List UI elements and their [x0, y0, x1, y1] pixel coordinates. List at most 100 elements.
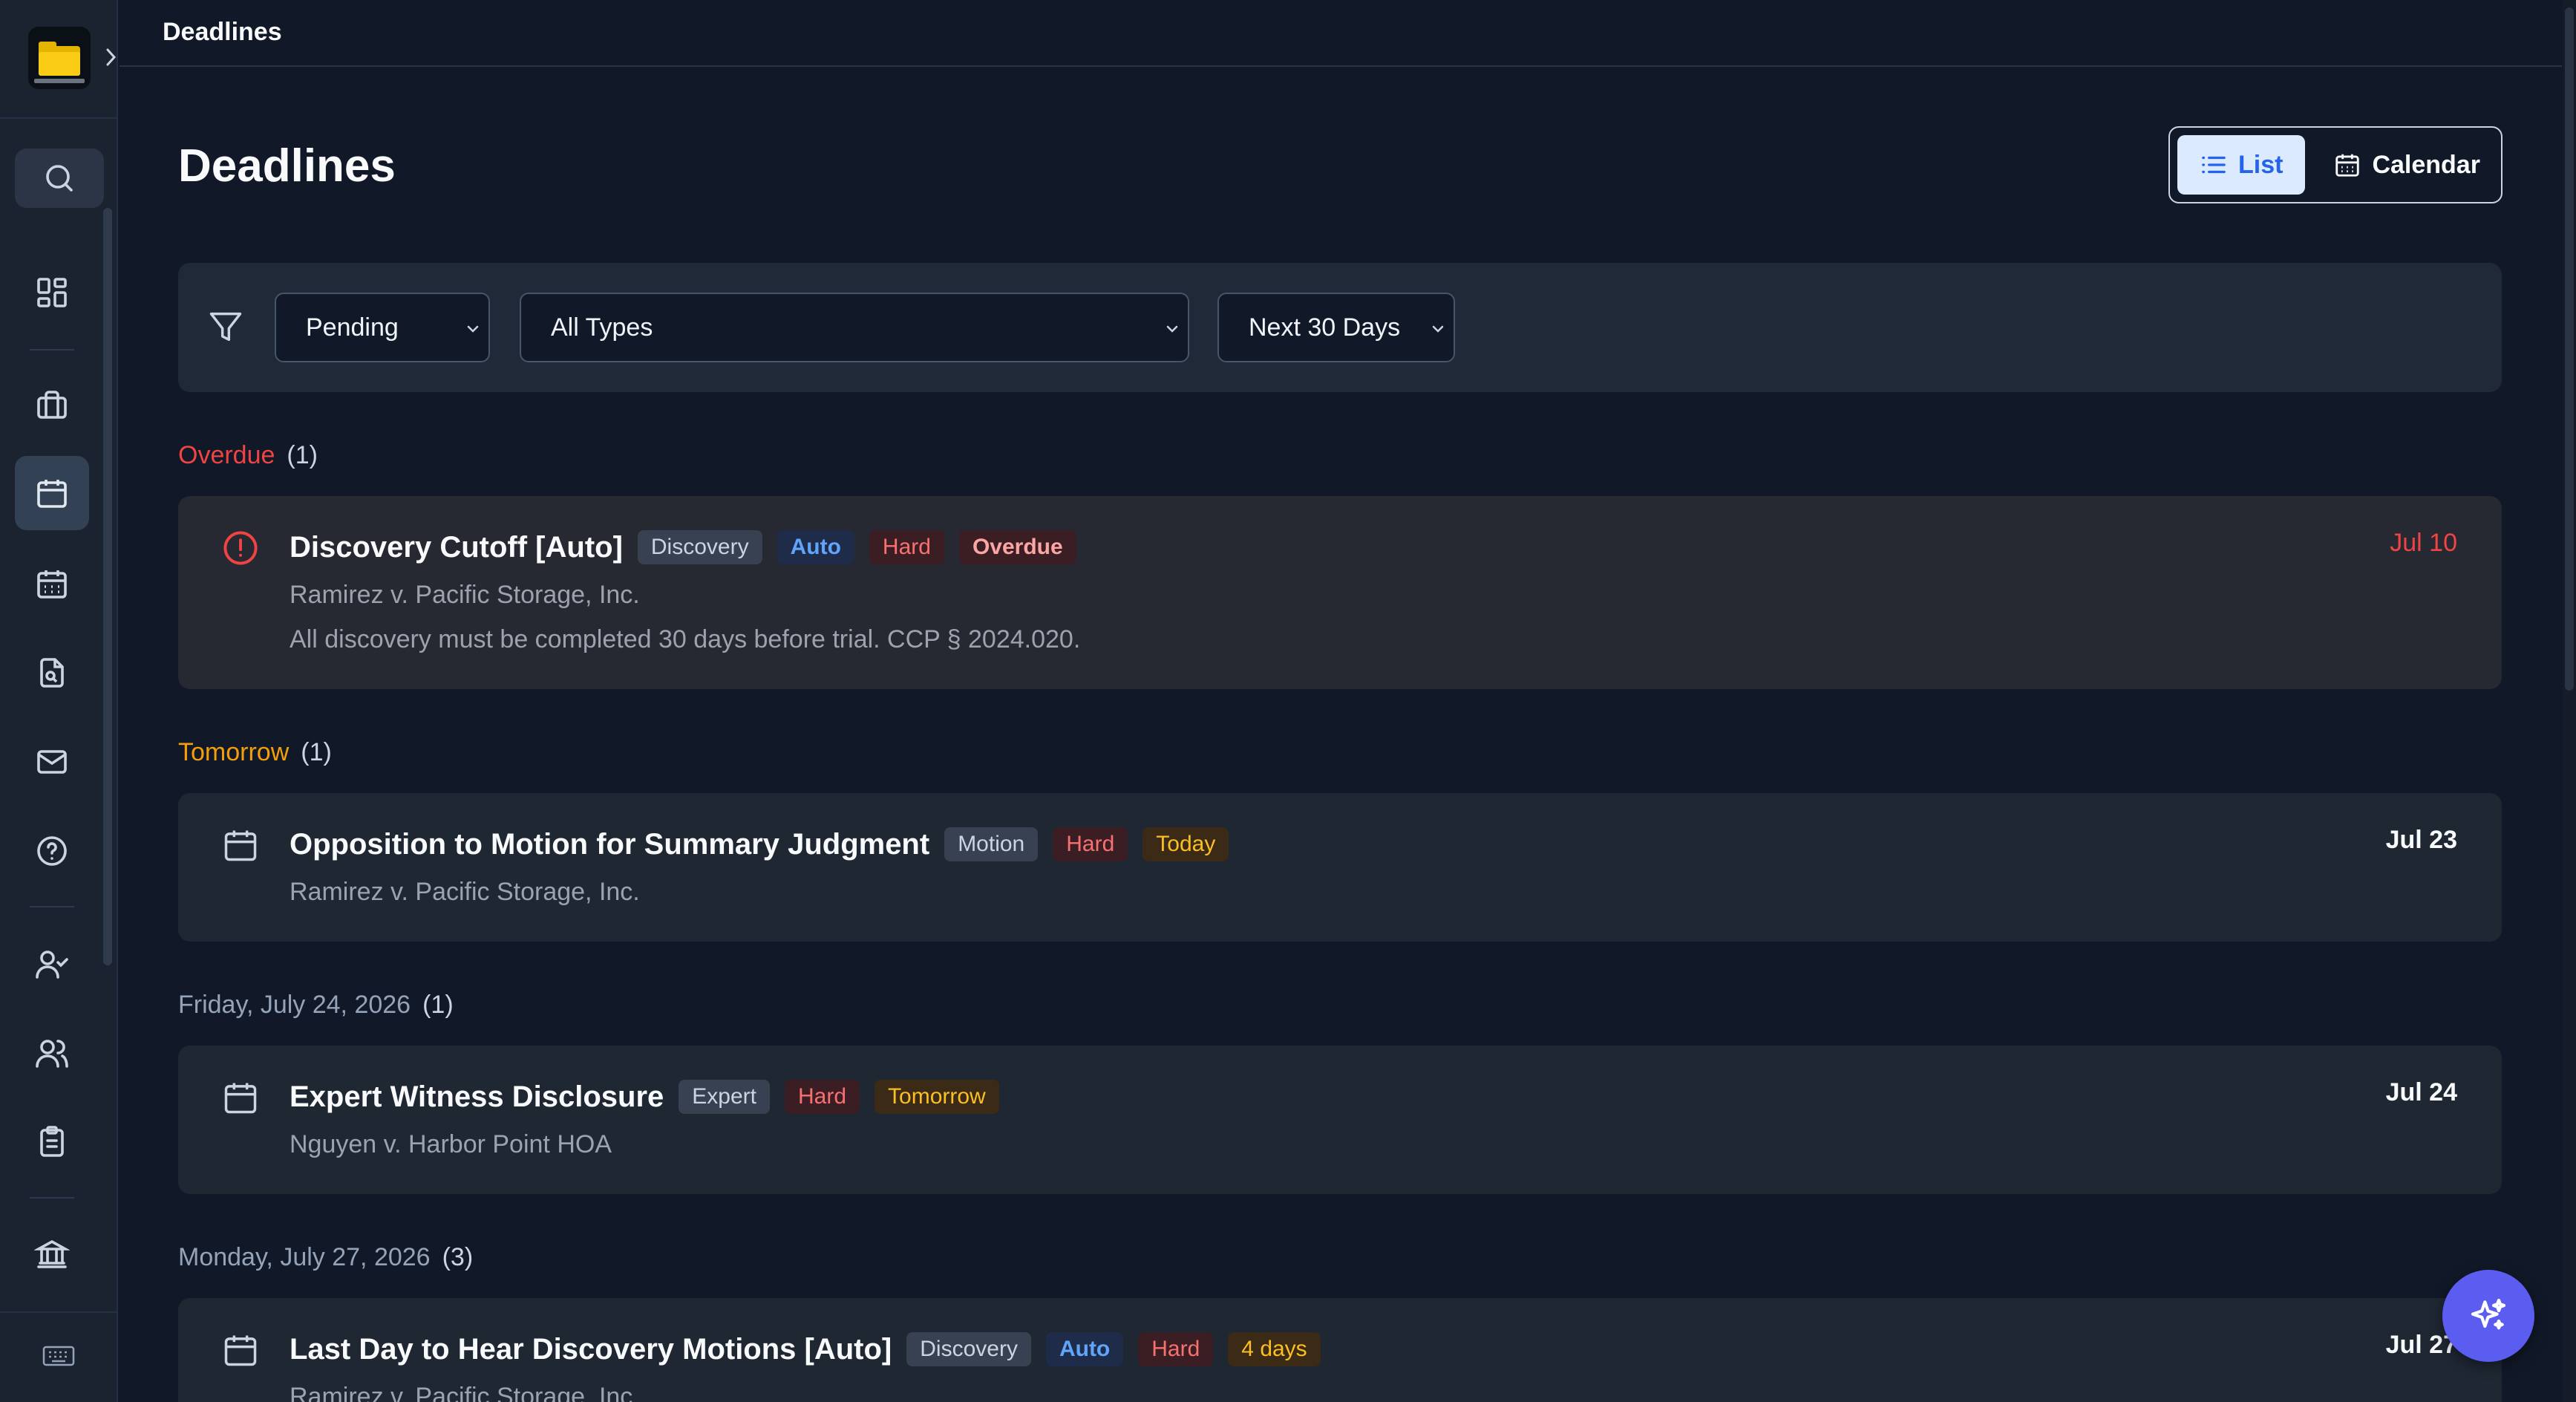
filter-icon	[209, 312, 242, 342]
case-name[interactable]: Ramirez v. Pacific Storage, Inc.	[290, 878, 640, 907]
deadline-date: Jul 23	[2385, 826, 2457, 854]
group-header-overdue: Overdue (1)	[178, 441, 318, 470]
deadline-date: Jul 10	[2390, 529, 2457, 557]
dashboard-icon	[37, 278, 67, 307]
deadline-card[interactable]: Discovery Cutoff [Auto] Discovery Auto H…	[178, 496, 2502, 689]
type-select-value: All Types	[551, 313, 653, 342]
date-range-select-value: Next 30 Days	[1249, 313, 1401, 342]
calendar-icon	[2335, 154, 2360, 177]
sidebar-item-documents[interactable]	[15, 636, 89, 710]
sidebar-item-mail[interactable]	[15, 725, 89, 799]
calendar-icon	[224, 830, 257, 861]
type-badge: Discovery	[906, 1332, 1031, 1366]
sidebar-item-courts[interactable]	[15, 1216, 89, 1291]
sidebar-divider	[0, 117, 117, 119]
hard-badge: Hard	[1053, 827, 1128, 861]
calendar-icon	[224, 1335, 257, 1366]
deadline-card[interactable]: Opposition to Motion for Summary Judgmen…	[178, 793, 2502, 942]
sparkles-icon	[2471, 1298, 2506, 1330]
group-header-tomorrow: Tomorrow (1)	[178, 738, 332, 767]
sidebar-item-dashboard[interactable]	[15, 255, 89, 330]
search-button[interactable]	[15, 149, 104, 208]
sidebar-item-help[interactable]	[15, 814, 89, 888]
page-title: Deadlines	[178, 140, 396, 192]
ai-assistant-button[interactable]	[2442, 1270, 2534, 1362]
case-name[interactable]: Ramirez v. Pacific Storage, Inc.	[290, 1383, 640, 1402]
sidebar-divider	[30, 906, 74, 907]
deadline-card[interactable]: Last Day to Hear Discovery Motions [Auto…	[178, 1298, 2502, 1402]
status-badge: Tomorrow	[875, 1080, 999, 1114]
sidebar	[0, 0, 118, 1402]
hard-badge: Hard	[784, 1080, 860, 1114]
calendar-view-button[interactable]: Calendar	[2311, 135, 2503, 195]
sidebar-item-contacts[interactable]	[15, 1016, 89, 1090]
status-badge: 4 days	[1228, 1332, 1321, 1366]
calendar-icon	[37, 480, 67, 508]
type-badge: Discovery	[637, 530, 762, 564]
briefcase-icon	[37, 391, 67, 419]
list-view-button[interactable]: List	[2177, 135, 2306, 195]
auto-badge: Auto	[777, 530, 854, 564]
sidebar-scrollbar[interactable]	[103, 208, 112, 965]
type-select[interactable]: All Types	[520, 293, 1189, 362]
bank-icon	[34, 1239, 70, 1268]
group-label: Monday, July 27, 2026	[178, 1243, 431, 1271]
auto-badge: Auto	[1045, 1332, 1124, 1366]
clipboard-icon	[40, 1126, 64, 1157]
status-badge: Overdue	[958, 530, 1076, 564]
status-select-value: Pending	[306, 313, 399, 342]
filter-panel: Pending All Types Next 30 Days	[178, 263, 2502, 392]
sidebar-item-tasks[interactable]	[15, 1105, 89, 1179]
group-count: (1)	[287, 441, 318, 469]
status-badge: Today	[1142, 827, 1229, 861]
group-label: Overdue	[178, 441, 275, 469]
sidebar-divider	[0, 1311, 117, 1313]
sidebar-item-calendar[interactable]	[15, 547, 89, 621]
hard-badge: Hard	[1138, 1332, 1214, 1366]
deadline-title: Expert Witness Disclosure	[290, 1080, 664, 1113]
sidebar-item-matters[interactable]	[15, 368, 89, 443]
list-view-label: List	[2238, 150, 2284, 179]
case-name[interactable]: Ramirez v. Pacific Storage, Inc.	[290, 581, 640, 610]
status-select[interactable]: Pending	[275, 293, 490, 362]
list-icon	[2202, 156, 2226, 174]
breadcrumb-title: Deadlines	[163, 18, 282, 46]
deadline-date: Jul 24	[2385, 1078, 2457, 1106]
sidebar-divider	[30, 349, 74, 350]
sidebar-item-deadlines[interactable]	[15, 456, 89, 530]
hard-badge: Hard	[869, 530, 944, 564]
deadline-note: All discovery must be completed 30 days …	[290, 625, 1081, 653]
alert-circle-icon	[223, 531, 258, 565]
group-header-date: Monday, July 27, 2026 (3)	[178, 1243, 473, 1272]
chevron-down-icon	[1166, 325, 1178, 333]
users-icon	[36, 1040, 68, 1068]
case-name[interactable]: Nguyen v. Harbor Point HOA	[290, 1130, 612, 1159]
group-count: (1)	[301, 738, 332, 766]
chevron-down-icon	[1432, 325, 1444, 333]
type-badge: Motion	[944, 827, 1039, 861]
type-badge: Expert	[679, 1080, 770, 1114]
group-count: (3)	[442, 1243, 474, 1271]
app-logo[interactable]	[28, 27, 91, 89]
sidebar-item-clients[interactable]	[15, 927, 89, 1001]
mail-icon	[37, 750, 67, 774]
date-range-select[interactable]: Next 30 Days	[1217, 293, 1455, 362]
page-scrollbar[interactable]	[2563, 0, 2576, 1402]
view-toggle: List Calendar	[2168, 126, 2503, 203]
document-search-icon	[40, 658, 64, 688]
deadline-title: Last Day to Hear Discovery Motions [Auto…	[290, 1332, 892, 1366]
deadline-title: Opposition to Motion for Summary Judgmen…	[290, 827, 930, 861]
group-count: (1)	[422, 991, 454, 1019]
user-check-icon	[36, 951, 68, 979]
search-icon	[46, 165, 73, 192]
topbar: Deadlines	[120, 0, 2562, 67]
sidebar-divider	[30, 1197, 74, 1199]
calendar-grid-icon	[37, 570, 67, 599]
calendar-icon	[224, 1083, 257, 1114]
help-icon	[37, 836, 67, 866]
group-label: Friday, July 24, 2026	[178, 991, 411, 1019]
chevron-right-icon[interactable]	[104, 45, 119, 70]
keyboard-icon[interactable]	[42, 1343, 76, 1369]
deadline-card[interactable]: Expert Witness Disclosure Expert Hard To…	[178, 1046, 2502, 1194]
group-header-date: Friday, July 24, 2026 (1)	[178, 991, 454, 1020]
